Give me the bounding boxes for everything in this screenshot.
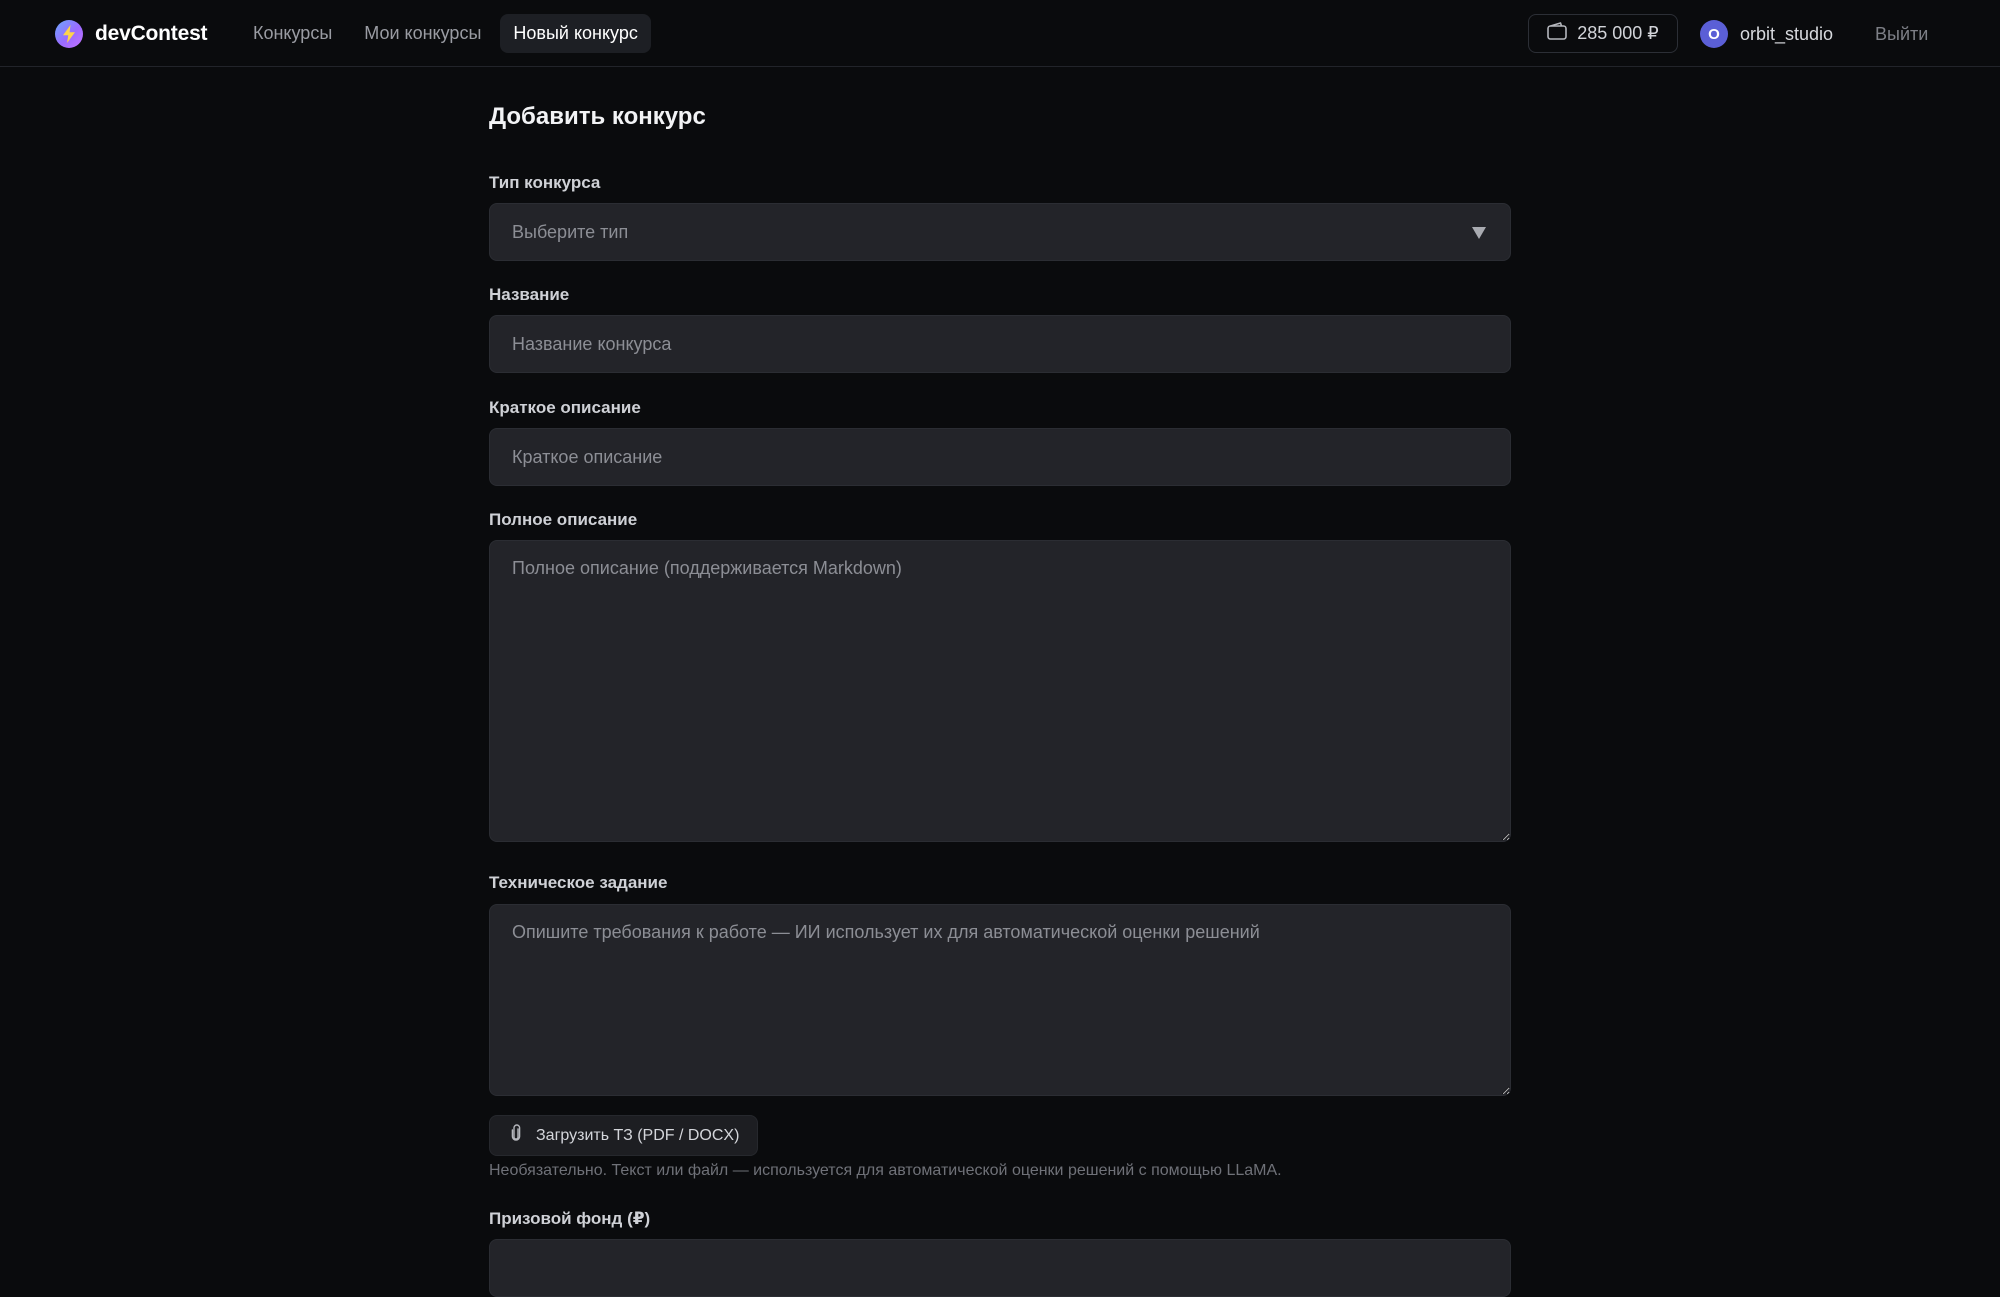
title-input[interactable] xyxy=(489,315,1511,373)
prize-fund-label: Призовой фонд (₽) xyxy=(489,1209,651,1228)
logout-button[interactable]: Выйти xyxy=(1875,19,1928,49)
balance-button[interactable]: 285 000 ₽ xyxy=(1528,14,1678,53)
nav-my-contests[interactable]: Мои конкурсы xyxy=(351,14,494,53)
full-description-textarea[interactable] xyxy=(489,540,1511,842)
main-nav: Конкурсы Мои конкурсы Новый конкурс xyxy=(240,14,651,53)
paperclip-icon xyxy=(510,1124,522,1147)
title-label: Название xyxy=(489,285,570,304)
spec-textarea[interactable] xyxy=(489,904,1511,1096)
spec-hint: Необязательно. Текст или файл — использу… xyxy=(489,1162,1282,1179)
contest-type-label: Тип конкурса xyxy=(489,173,601,192)
upload-spec-label: Загрузить ТЗ (PDF / DOCX) xyxy=(536,1126,740,1144)
chevron-down-icon xyxy=(1472,227,1486,239)
spec-label: Техническое задание xyxy=(489,873,668,892)
user-profile[interactable]: O orbit_studio xyxy=(1700,19,1833,49)
prize-fund-input[interactable] xyxy=(489,1239,1511,1297)
brand-link[interactable]: devContest xyxy=(55,19,208,49)
upload-spec-button[interactable]: Загрузить ТЗ (PDF / DOCX) xyxy=(489,1115,759,1156)
username: orbit_studio xyxy=(1740,23,1834,44)
nav-new-contest[interactable]: Новый конкурс xyxy=(500,14,651,53)
top-navigation-bar: devContest Конкурсы Мои конкурсы Новый к… xyxy=(0,0,2000,67)
avatar: O xyxy=(1700,20,1728,48)
short-description-label: Краткое описание xyxy=(489,398,641,417)
brand-name: devContest xyxy=(95,22,208,45)
nav-contests[interactable]: Конкурсы xyxy=(240,14,345,53)
full-description-label: Полное описание xyxy=(489,510,638,529)
contest-type-placeholder: Выберите тип xyxy=(512,221,629,242)
wallet-icon xyxy=(1547,22,1568,45)
page-title: Добавить конкурс xyxy=(489,103,706,130)
balance-amount: 285 000 ₽ xyxy=(1577,23,1659,43)
lightning-icon xyxy=(55,20,83,48)
contest-type-select[interactable]: Выберите тип xyxy=(489,203,1511,261)
short-description-input[interactable] xyxy=(489,428,1511,486)
